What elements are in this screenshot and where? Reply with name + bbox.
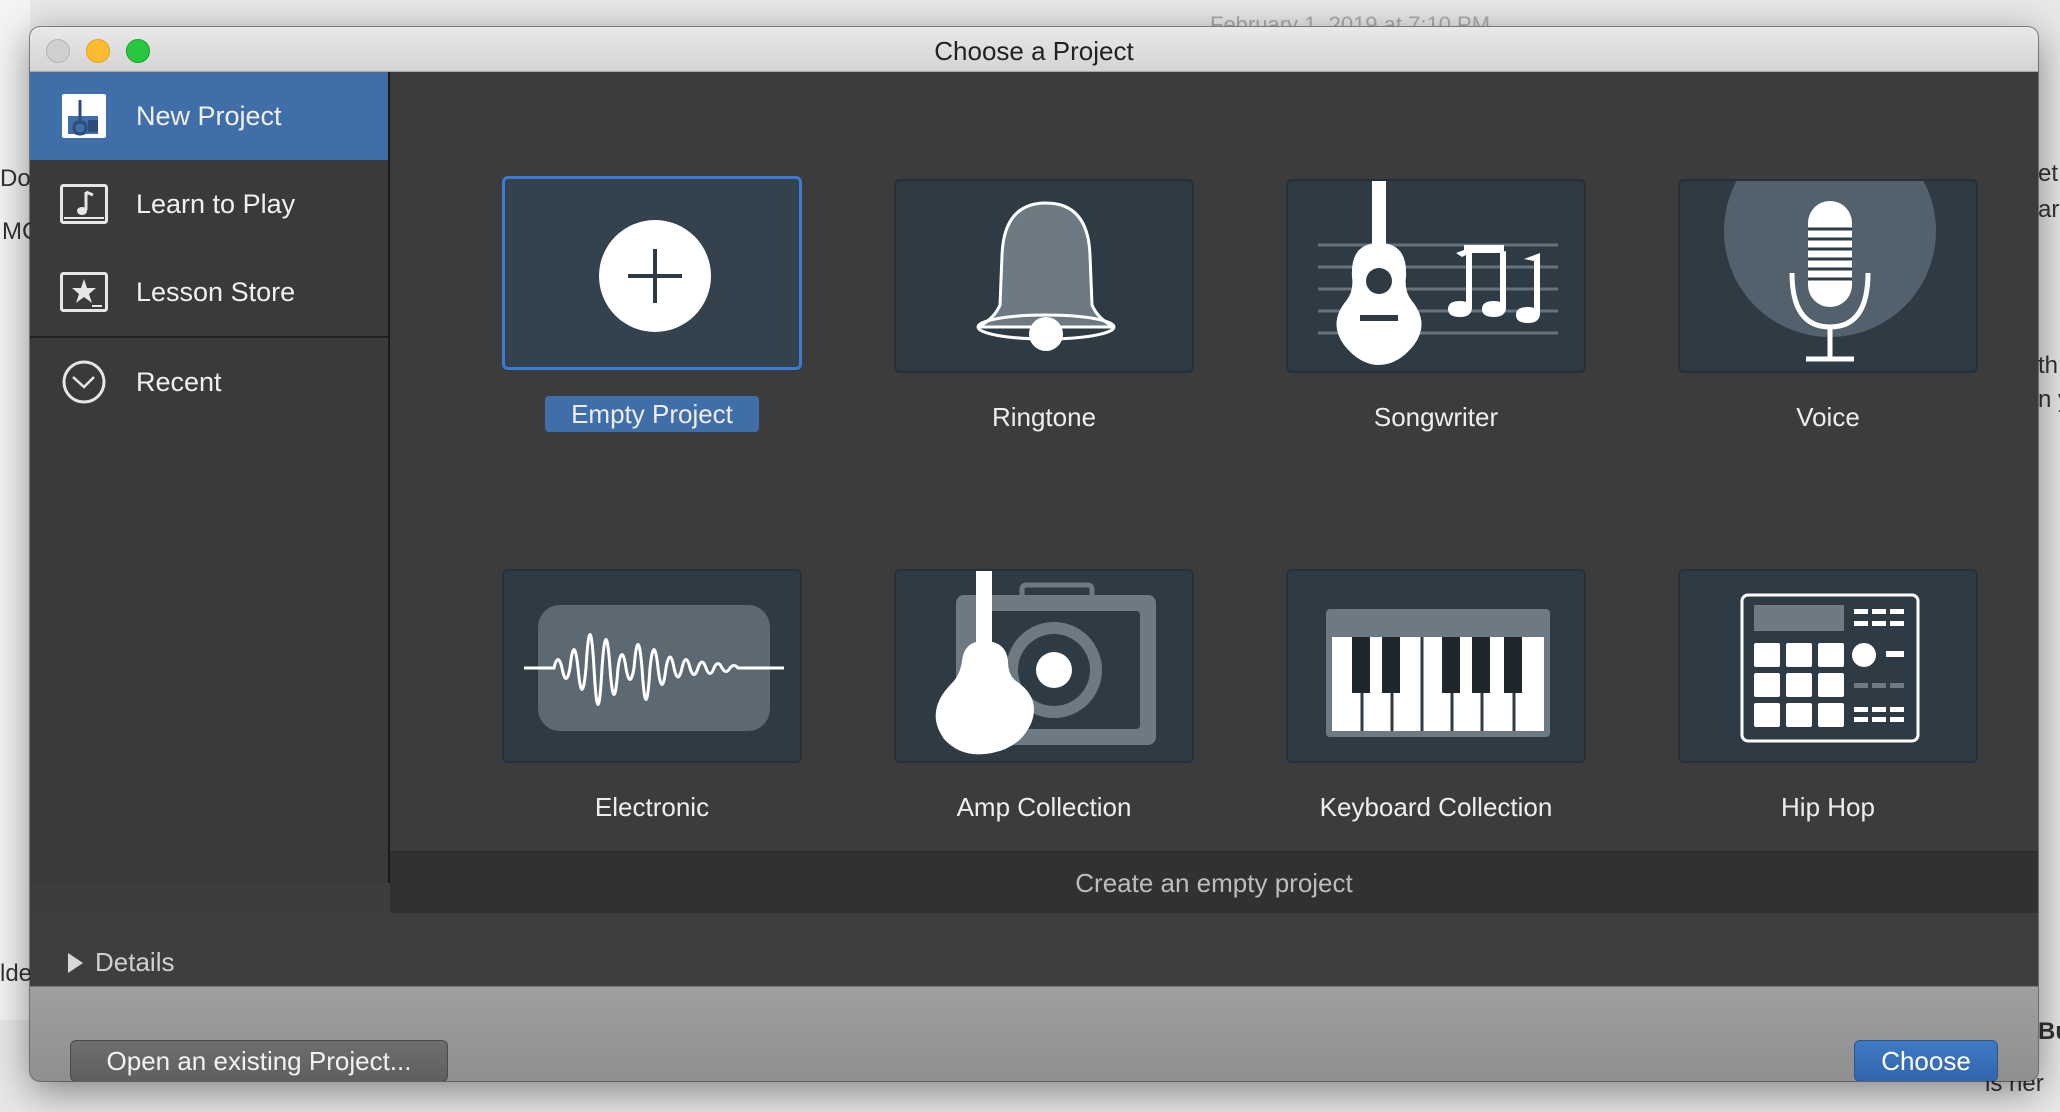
template-label-empty-project: Empty Project [502,396,802,432]
template-tile-empty-project[interactable] [502,176,802,370]
sidebar-item-label: Recent [136,366,222,397]
details-label: Details [95,947,175,977]
template-label-amp-collection: Amp Collection [956,792,1132,822]
background-fragment: n y [2038,386,2060,413]
template-grid: Empty Project Ringtone Songwriter Voice … [390,72,2038,851]
choose-button[interactable]: Choose [1854,1040,1998,1081]
template-tile-voice[interactable] [1678,179,1978,373]
template-label-electronic: Electronic [594,792,710,822]
sidebar: New Project Learn to Play Lesson Store R… [30,72,390,883]
bell-icon [976,201,1116,351]
template-tile-ringtone[interactable] [894,179,1194,373]
sidebar-item-label: Lesson Store [136,276,296,307]
sidebar-item-learn-to-play[interactable]: Learn to Play [30,160,388,248]
details-disclosure[interactable]: Details [68,947,174,978]
background-fragment: et [2038,160,2059,187]
background-fragment: MC [2,218,30,245]
background-fragment: th [2038,352,2059,379]
background-fragment: Bu [2038,1018,2060,1045]
title-bar: Choose a Project [30,27,2038,72]
background-date: February 1, 2019 at 7:10 PM [1210,12,1491,26]
bottom-bar: Open an existing Project... Choose [30,986,2038,1081]
guitar-notes-icon [1318,181,1558,365]
sidebar-item-label: Learn to Play [136,188,296,219]
background-fragment: ard [2038,196,2060,223]
template-tile-electronic[interactable] [502,569,802,763]
sidebar-item-label: New Project [136,100,282,131]
sidebar-item-recent[interactable]: Recent [30,338,388,426]
choose-project-window: Choose a Project New Project Learn to Pl… [30,27,2038,1081]
background-document-left [0,0,30,1020]
open-existing-project-button[interactable]: Open an existing Project... [70,1040,448,1081]
window-title: Choose a Project [934,36,1134,66]
template-label-voice: Voice [1796,402,1860,432]
background-fragment: Do [0,165,30,192]
microphone-icon [1724,181,1936,362]
guitar-amp-icon [935,571,1156,755]
template-label-keyboard-collection: Keyboard Collection [1319,792,1553,822]
template-tile-amp-collection[interactable] [894,569,1194,763]
template-label-ringtone: Ringtone [991,402,1097,432]
template-tile-keyboard-collection[interactable] [1286,569,1586,763]
plus-circle-icon [599,220,711,332]
clock-icon [60,358,108,406]
star-icon [60,268,108,316]
sidebar-item-new-project[interactable]: New Project [30,72,388,160]
new-project-icon [60,92,108,140]
music-note-icon [60,180,108,228]
keyboard-icon [1326,609,1550,737]
sidebar-item-lesson-store[interactable]: Lesson Store [30,248,388,336]
template-description: Create an empty project [390,851,2038,916]
template-label-songwriter: Songwriter [1373,402,1499,432]
template-tile-songwriter[interactable] [1286,179,1586,373]
disclosure-triangle-icon [68,952,83,973]
waveform-icon [524,605,784,731]
drum-machine-icon [1740,593,1920,743]
background-fragment: lde [0,960,30,987]
template-label-hip-hop: Hip Hop [1781,792,1875,822]
template-tile-hip-hop[interactable] [1678,569,1978,763]
